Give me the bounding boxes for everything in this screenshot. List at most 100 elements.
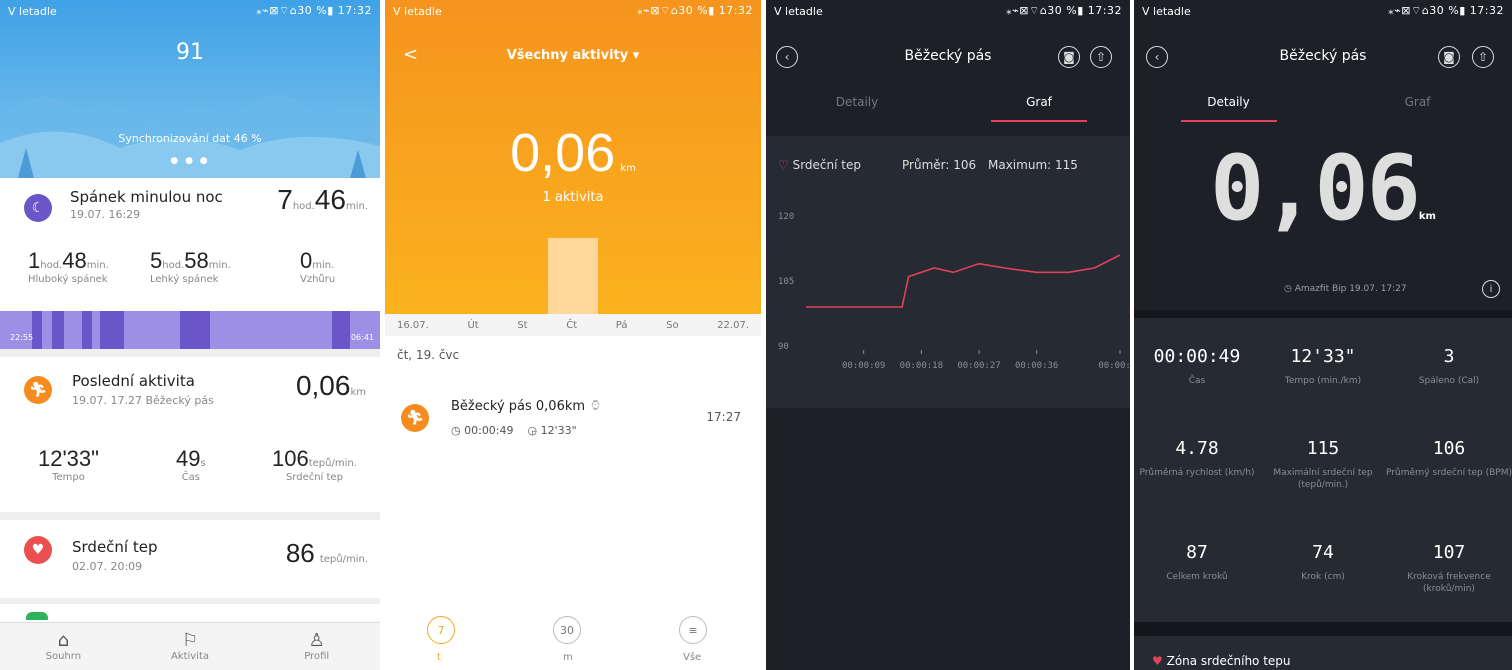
divider bbox=[0, 598, 380, 604]
runner-icon: 🏃︎ bbox=[401, 404, 429, 432]
divider bbox=[0, 349, 380, 357]
divider bbox=[1134, 622, 1512, 636]
total-distance: 0,06 km bbox=[510, 123, 636, 183]
detail-tabs: Detaily Graf bbox=[1134, 88, 1512, 124]
tab-summary[interactable]: ⌂ Souhrn bbox=[0, 623, 127, 670]
day-label: Út bbox=[467, 319, 479, 331]
heart-icon: ♥ bbox=[1152, 654, 1163, 668]
tab-details[interactable]: Detaily bbox=[1134, 88, 1323, 124]
period-month-button[interactable]: 30 bbox=[553, 616, 581, 644]
heart-icon: ♡ bbox=[778, 158, 789, 172]
share-icon[interactable]: ⇧ bbox=[1090, 46, 1112, 68]
metric-avg-speed: 4.78 Průměrná rychlost (km/h) bbox=[1139, 438, 1255, 478]
divider bbox=[1134, 310, 1512, 318]
flag-icon: ⚐ bbox=[181, 630, 199, 651]
activity-list-item[interactable]: 🏃︎ Běžecký pás 0,06km ⌚︎ ◷ 00:00:49 ◶ 12… bbox=[385, 380, 761, 460]
sleep-date: 19.07. 16:29 bbox=[70, 208, 141, 221]
timeline-start: 22:55 bbox=[10, 333, 34, 342]
day-label: So bbox=[666, 319, 679, 331]
activity-distance: 0,06km bbox=[295, 370, 366, 401]
item-details: ◷ 00:00:49 ◶ 12'33" bbox=[451, 424, 577, 437]
score-banner[interactable]: V letadle ⁎⌁⊠⌔⌂30 %▮ 17:32 91 Synchronizo… bbox=[0, 0, 380, 178]
activity-card[interactable]: 🏃︎ Poslední aktivita 19.07. 17.27 Běžeck… bbox=[0, 360, 380, 510]
details-screen: V letadle ⁎⌁⊠⌔⌂30 %▮ 17:32 ‹ Běžecký pás … bbox=[1134, 0, 1512, 670]
status-bar: V letadle ⁎⌁⊠⌔⌂30 %▮ 17:32 bbox=[774, 4, 1122, 18]
clock-icon: ◷ bbox=[451, 424, 461, 437]
status-bar: V letadle ⁎⌁⊠⌔⌂30 %▮ 17:32 bbox=[1142, 4, 1504, 18]
watch-face-icon[interactable]: ◙ bbox=[1438, 46, 1460, 68]
period-week-button[interactable]: 7 bbox=[427, 616, 455, 644]
filter-dropdown[interactable]: Všechny aktivity ▾ bbox=[385, 48, 761, 63]
heart-rate-stat: 106tepů/min. Srdeční tep bbox=[272, 446, 357, 483]
hr-zone-title: ♥ Zóna srdečního tepu bbox=[1152, 654, 1291, 668]
watch-icon: ◷ bbox=[1284, 284, 1292, 294]
weekly-bar-chart[interactable] bbox=[385, 238, 761, 314]
y-tick-label: 90 bbox=[778, 342, 789, 352]
light-sleep: 5hod.58min. Lehký spánek bbox=[150, 248, 231, 285]
sleep-timeline[interactable]: 22:55 06:41 bbox=[0, 311, 380, 349]
x-tick-label: 00:00:36 bbox=[1015, 361, 1058, 371]
deep-segment bbox=[52, 311, 64, 349]
divider bbox=[0, 512, 380, 520]
day-header: čt, 19. čvc bbox=[397, 348, 460, 362]
tab-profile[interactable]: ♙ Profil bbox=[253, 623, 380, 670]
summary-screen: V letadle ⁎⌁⊠⌔⌂30 %▮ 17:32 91 Synchronizo… bbox=[0, 0, 380, 670]
item-time: 17:27 bbox=[706, 410, 741, 424]
metric-cadence: 107 Kroková frekvence (kroků/min) bbox=[1407, 542, 1491, 594]
y-tick-label: 105 bbox=[778, 277, 794, 287]
deep-segment bbox=[332, 311, 350, 349]
metric-avg-hr: 106 Průměrný srdeční tep (BPM) bbox=[1386, 438, 1512, 478]
period-month-label: m bbox=[563, 652, 573, 663]
metric-steps: 87 Celkem kroků bbox=[1166, 542, 1228, 582]
heart-card[interactable]: ♥ Srdeční tep 02.07. 20:09 86 tepů/min. bbox=[0, 522, 380, 600]
item-title: Běžecký pás 0,06km ⌚︎ bbox=[451, 399, 603, 414]
tempo-stat: 12'33" Tempo bbox=[38, 446, 99, 483]
y-tick-label: 120 bbox=[778, 212, 794, 222]
deep-sleep: 1hod.48min. Hluboký spánek bbox=[28, 248, 109, 285]
metric-pace: 12'33" Tempo (min./km) bbox=[1284, 346, 1362, 386]
sleep-total: 7hod.46min. bbox=[277, 184, 368, 215]
person-icon: ♙ bbox=[308, 630, 325, 651]
tab-activity[interactable]: ⚐ Aktivita bbox=[127, 623, 254, 670]
sleep-card[interactable]: ☾ Spánek minulou noc 19.07. 16:29 7hod.4… bbox=[0, 178, 380, 308]
tab-graph[interactable]: Graf bbox=[948, 88, 1130, 124]
tab-graph[interactable]: Graf bbox=[1323, 88, 1512, 124]
activity-count: 1 aktivita bbox=[542, 190, 604, 205]
detail-tabs: Detaily Graf bbox=[766, 88, 1130, 124]
hr-line bbox=[806, 254, 1121, 308]
hr-maximum: Maximum: 115 bbox=[988, 158, 1078, 172]
info-icon[interactable]: i bbox=[1482, 280, 1500, 298]
page-dots: ● ● ● bbox=[170, 156, 210, 166]
day-label: Čt bbox=[566, 319, 578, 331]
activity-date: 19.07. 17.27 Běžecký pás bbox=[72, 394, 214, 407]
timeline-end: 06:41 bbox=[350, 333, 374, 342]
status-right: ⁎⌁⊠⌔⌂30 %▮ 17:32 bbox=[256, 4, 372, 17]
hr-zone-section[interactable]: ♥ Zóna srdečního tepu bbox=[1134, 636, 1512, 670]
metric-time: 00:00:49 Čas bbox=[1153, 346, 1241, 386]
deep-segment bbox=[100, 311, 124, 349]
total-distance: 0,06km bbox=[1210, 136, 1436, 241]
heart-rate-chart[interactable]: 120 105 90 00:00:09 00:00:18 00:00:27 00:00:36… bbox=[766, 206, 1130, 386]
activities-header: V letadle ⁎⌁⊠⌔⌂30 %▮ 17:32 < Všechny akti… bbox=[385, 0, 761, 314]
period-week-label: t bbox=[437, 652, 441, 663]
graph-screen: V letadle ⁎⌁⊠⌔⌂30 %▮ 17:32 ‹ Běžecký pás … bbox=[766, 0, 1130, 670]
runner-icon: 🏃︎ bbox=[24, 376, 52, 404]
heart-date: 02.07. 20:09 bbox=[72, 560, 143, 573]
period-all-button[interactable]: ≡ bbox=[679, 616, 707, 644]
bar bbox=[548, 238, 598, 314]
watch-icon: ⌚︎ bbox=[589, 399, 603, 414]
deep-segment bbox=[32, 311, 42, 349]
home-icon: ⌂ bbox=[57, 630, 70, 651]
metric-stride: 74 Krok (cm) bbox=[1301, 542, 1345, 582]
tab-details[interactable]: Detaily bbox=[766, 88, 948, 124]
status-bar: V letadle ⁎⌁⊠⌔⌂30 %▮ 17:32 bbox=[0, 0, 380, 22]
x-tick-label: 00:00:49 bbox=[1098, 361, 1130, 371]
bottom-tab-bar: ⌂ Souhrn ⚐ Aktivita ♙ Profil bbox=[0, 622, 380, 670]
day-label: Pá bbox=[615, 319, 628, 331]
heart-value: 86 tepů/min. bbox=[285, 538, 368, 568]
watch-face-icon[interactable]: ◙ bbox=[1058, 46, 1080, 68]
hr-legend: ♡ Srdeční tep bbox=[778, 158, 861, 172]
score-value: 91 bbox=[176, 40, 204, 65]
heart-icon: ♥ bbox=[24, 536, 52, 564]
share-icon[interactable]: ⇧ bbox=[1472, 46, 1494, 68]
